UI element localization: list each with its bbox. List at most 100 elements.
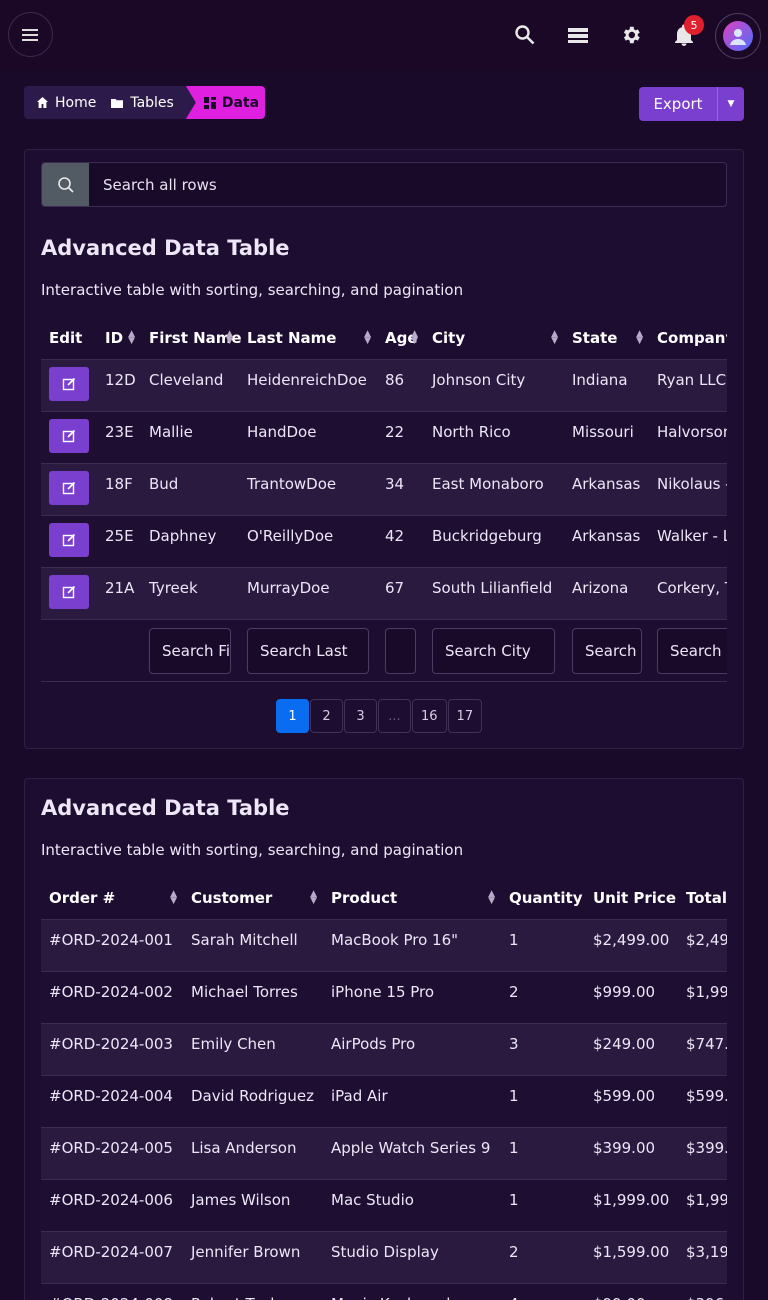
data-table: Edit ID ▲ ▼ First Name ▲ ▼ Last Name ▲ ▼ Age ▲ ▼… <box>41 318 727 682</box>
col-quantity[interactable]: Quantity <box>501 878 585 920</box>
cell-first-name: Tyreek <box>141 567 239 620</box>
edit-icon <box>62 585 76 598</box>
cell-last-name: HandDoe <box>239 411 377 464</box>
table-header-row: Edit ID ▲ ▼ First Name ▲ ▼ Last Name ▲ ▼ Age ▲ ▼… <box>41 318 727 360</box>
export-dropdown-toggle[interactable]: ▼ <box>717 87 744 121</box>
cell-total: $399.00 <box>678 1127 727 1180</box>
col-product[interactable]: Product ▲ ▼ <box>323 878 501 920</box>
filter-last-name-input[interactable] <box>247 627 369 674</box>
sort-icon: ▲ ▼ <box>488 889 495 906</box>
cell-total: $747.00 <box>678 1023 727 1076</box>
filter-state-input[interactable] <box>572 627 642 674</box>
menu-icon <box>21 28 38 41</box>
cell-city: East Monaboro <box>424 463 564 516</box>
filter-company-input[interactable] <box>657 627 727 674</box>
edit-button[interactable] <box>49 418 89 453</box>
page-button-2[interactable]: 2 <box>310 699 343 733</box>
cell-age: 86 <box>377 359 424 412</box>
cell-id: 25E <box>97 515 141 568</box>
sort-icon: ▲ ▼ <box>551 329 558 346</box>
col-company[interactable]: Company <box>649 318 727 360</box>
col-first-name[interactable]: First Name ▲ ▼ <box>141 318 242 360</box>
cell-quantity: 1 <box>501 919 585 972</box>
cell-first-name: Daphney <box>141 515 239 568</box>
export-button[interactable]: Export <box>639 95 717 113</box>
sort-icon: ▲ ▼ <box>170 889 177 906</box>
page-button-1[interactable]: 1 <box>276 699 309 733</box>
cell-id: 12D <box>97 359 141 412</box>
cell-age: 34 <box>377 463 424 516</box>
col-total[interactable]: Total <box>678 878 727 920</box>
user-icon <box>730 29 746 45</box>
table-scroll-area[interactable]: Edit ID ▲ ▼ First Name ▲ ▼ Last Name ▲ ▼ Age ▲ ▼… <box>41 318 727 683</box>
col-last-name[interactable]: Last Name ▲ ▼ <box>239 318 377 360</box>
cell-state: Arkansas <box>564 515 649 568</box>
edit-button[interactable] <box>49 574 89 609</box>
data-table-card: Advanced Data Table Interactive table wi… <box>24 149 744 749</box>
cell-quantity: 1 <box>501 1127 585 1180</box>
cell-city: North Rico <box>424 411 564 464</box>
cell-last-name: TrantowDoe <box>239 463 377 516</box>
table-row: #ORD-2024-002 Michael Torres iPhone 15 P… <box>41 971 727 1024</box>
cell-company: Corkery, T <box>649 567 727 620</box>
cell-quantity: 1 <box>501 1075 585 1128</box>
cell-city: South Lilianfield <box>424 567 564 620</box>
cell-age: 42 <box>377 515 424 568</box>
settings-button[interactable] <box>611 15 651 55</box>
cell-total: $2,499.00 <box>678 919 727 972</box>
search-button[interactable] <box>505 15 545 55</box>
cell-age: 67 <box>377 567 424 620</box>
page-button-16[interactable]: 16 <box>412 699 447 733</box>
filter-age-input[interactable] <box>385 627 416 674</box>
page-button-3[interactable]: 3 <box>344 699 377 733</box>
cell-customer: Emily Chen <box>183 1023 323 1076</box>
page-button-17[interactable]: 17 <box>447 699 483 733</box>
col-city[interactable]: City ▲ ▼ <box>424 318 564 360</box>
top-navbar: 5 <box>0 0 768 70</box>
table-header-row: Order # ▲ ▼ Customer ▲ ▼ Product ▲ ▼ Quantity … <box>41 878 727 920</box>
cell-first-name: Bud <box>141 463 239 516</box>
col-age[interactable]: Age ▲ ▼ <box>377 318 424 360</box>
cell-quantity: 2 <box>501 1231 585 1284</box>
search-all-rows-input[interactable] <box>89 163 726 206</box>
cell-company: Halvorson <box>649 411 727 464</box>
col-unit-price[interactable]: Unit Price <box>585 878 678 920</box>
search-addon <box>42 163 89 206</box>
edit-icon <box>62 533 76 546</box>
col-id[interactable]: ID ▲ ▼ <box>97 318 141 360</box>
col-edit: Edit <box>41 318 97 360</box>
sort-icon: ▲ ▼ <box>636 329 643 346</box>
cell-product: iPhone 15 Pro <box>323 971 501 1024</box>
cell-company: Nikolaus - <box>649 463 727 516</box>
breadcrumb: Home Tables Data <box>24 86 265 119</box>
cell-city: Buckridgeburg <box>424 515 564 568</box>
breadcrumb-home[interactable]: Home <box>24 86 108 119</box>
caret-down-icon: ▼ <box>727 99 735 109</box>
cell-customer: Lisa Anderson <box>183 1127 323 1180</box>
edit-button[interactable] <box>49 522 89 557</box>
edit-button[interactable] <box>49 470 89 505</box>
cell-total: $1,999.00 <box>678 1179 727 1232</box>
menu-toggle-button[interactable] <box>8 12 53 57</box>
edit-icon <box>62 377 76 390</box>
cell-unit-price: $249.00 <box>585 1023 678 1076</box>
cell-first-name: Mallie <box>141 411 239 464</box>
col-state[interactable]: State ▲ ▼ <box>564 318 649 360</box>
cell-unit-price: $99.00 <box>585 1283 678 1300</box>
breadcrumb-tables[interactable]: Tables <box>108 86 186 119</box>
cell-quantity: 3 <box>501 1023 585 1076</box>
layers-button[interactable] <box>558 15 598 55</box>
dashboard-icon <box>203 96 216 109</box>
col-customer[interactable]: Customer ▲ ▼ <box>183 878 323 920</box>
cell-unit-price: $999.00 <box>585 971 678 1024</box>
col-order[interactable]: Order # ▲ ▼ <box>41 878 183 920</box>
table-row: #ORD-2024-008 Robert Taylor Magic Keyboa… <box>41 1283 727 1300</box>
edit-button[interactable] <box>49 366 89 401</box>
table-title: Advanced Data Table <box>41 796 290 820</box>
filter-city-input[interactable] <box>432 627 555 674</box>
export-button-group: Export ▼ <box>639 87 744 121</box>
table-scroll-area[interactable]: Order # ▲ ▼ Customer ▲ ▼ Product ▲ ▼ Quantity … <box>41 878 727 1300</box>
cell-order: #ORD-2024-001 <box>41 919 183 972</box>
avatar[interactable] <box>715 13 761 59</box>
filter-first-name-input[interactable] <box>149 627 231 674</box>
